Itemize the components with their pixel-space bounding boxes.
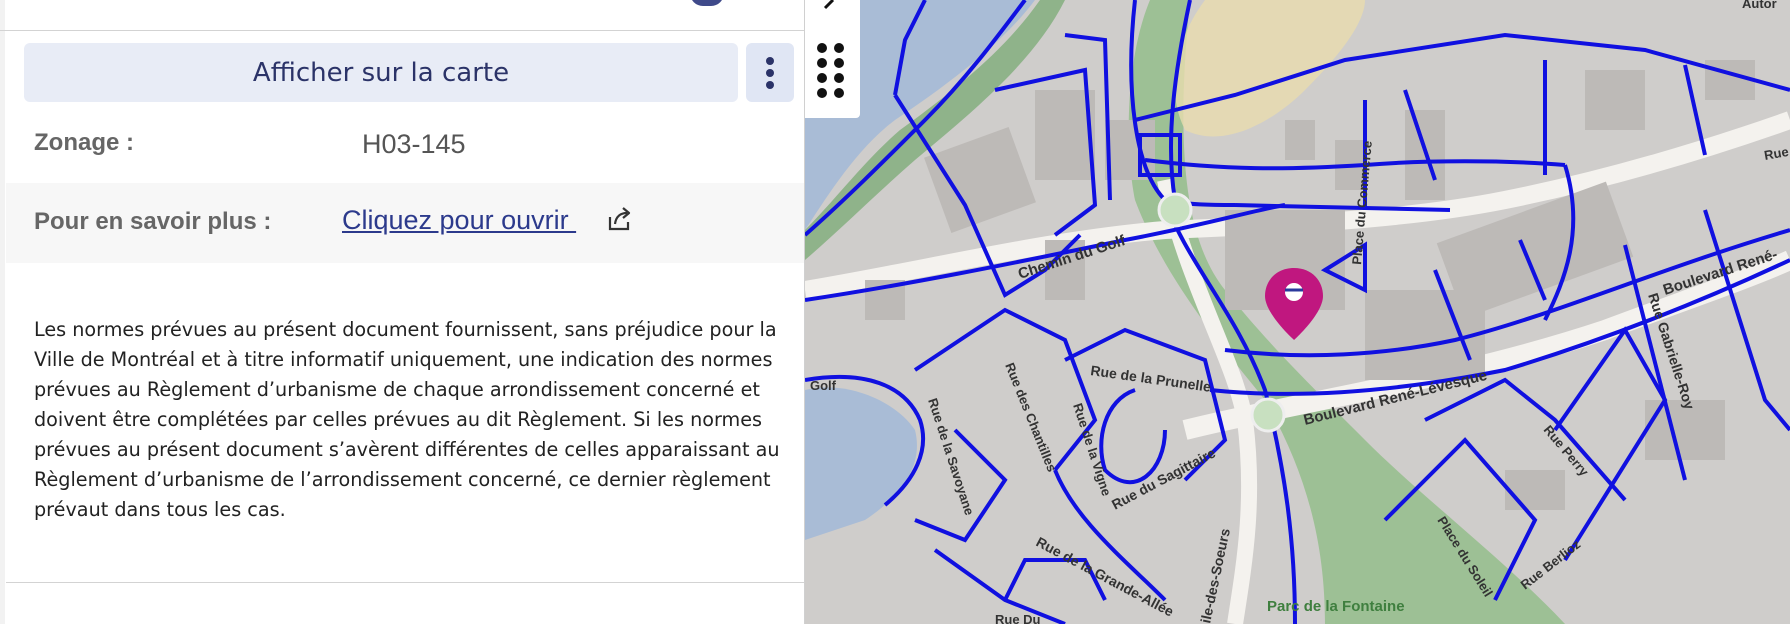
vertical-ellipsis-icon — [766, 57, 774, 89]
disclaimer-line: prévues au Règlement d’urbanisme de chaq… — [34, 378, 760, 401]
map-canvas[interactable]: Chemin du Golf Boulevard René-Lévesque B… — [805, 0, 1790, 624]
disclaimer-line: Règlement d’urbanisme de l’arrondissemen… — [34, 468, 771, 491]
divider — [0, 30, 804, 31]
disclaimer-text: Les normes prévues au présent document f… — [34, 315, 780, 525]
map-drag-handle[interactable] — [805, 0, 860, 118]
map-label: Rue Du — [995, 612, 1041, 624]
close-badge-icon[interactable] — [690, 0, 724, 6]
details-panel: Afficher sur la carte Zonage : H03-145 P… — [0, 0, 805, 624]
disclaimer-line: Ville de Montréal et à titre informatif … — [34, 348, 773, 371]
map-label: Autor — [1742, 0, 1777, 11]
more-options-button[interactable] — [746, 43, 794, 102]
map-label: Parc de la Fontaine — [1267, 598, 1405, 615]
zonage-value: H03-145 — [362, 129, 466, 159]
map-label: Golf — [810, 378, 837, 393]
grip-dots-icon — [817, 0, 844, 98]
open-link[interactable]: Cliquez pour ouvrir — [342, 205, 576, 236]
disclaimer-line: Les normes prévues au présent document f… — [34, 318, 777, 341]
info-label: Pour en savoir plus : — [34, 208, 272, 235]
panel-edge — [0, 0, 5, 624]
disclaimer-line: prévues au présent document s’avèrent di… — [34, 438, 780, 461]
disclaimer-line: prévaut dans tous les cas. — [34, 498, 286, 521]
external-share-icon[interactable] — [606, 205, 634, 233]
zonage-label: Zonage : — [34, 129, 134, 156]
show-on-map-button[interactable]: Afficher sur la carte — [24, 43, 738, 102]
disclaimer-line: doivent être complétées par celles prévu… — [34, 408, 763, 431]
divider — [6, 582, 804, 583]
